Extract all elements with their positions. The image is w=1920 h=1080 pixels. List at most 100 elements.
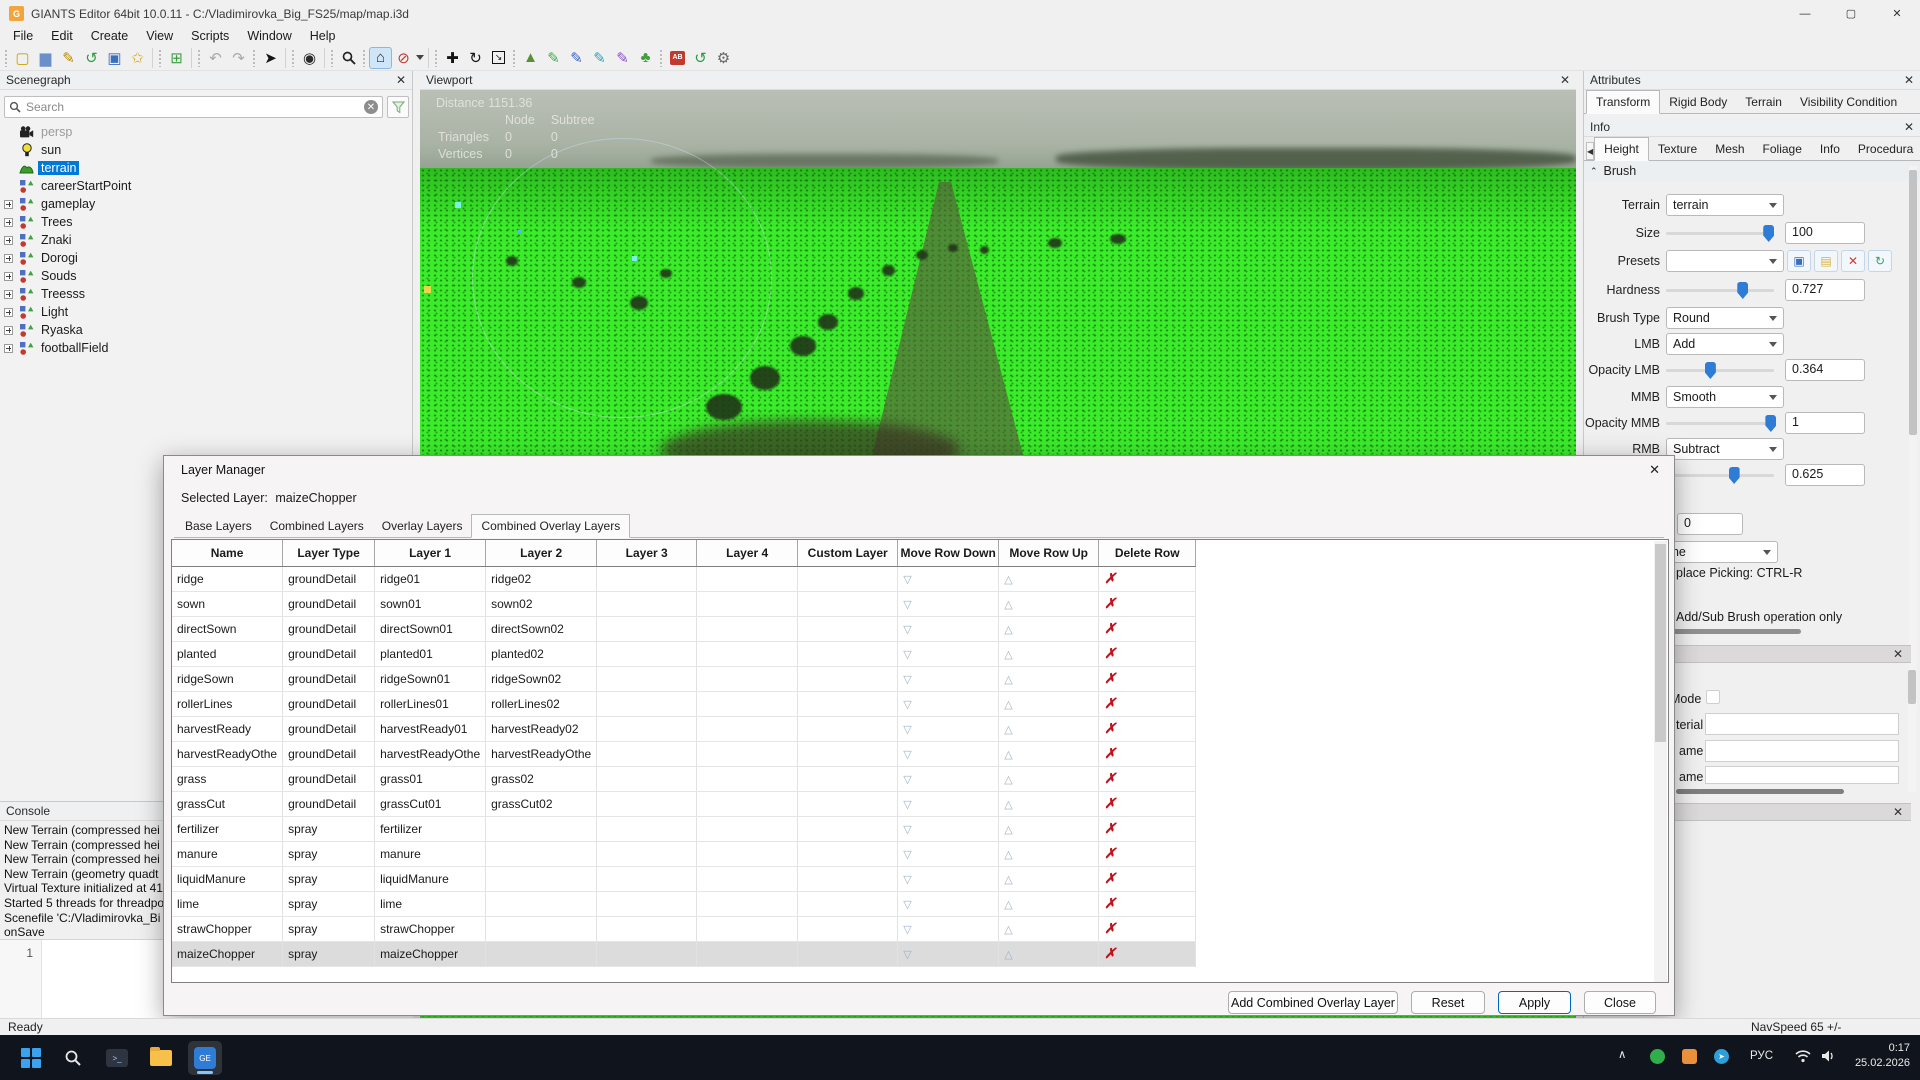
- viewport-close-icon[interactable]: ✕: [1560, 73, 1570, 87]
- delete-row-button[interactable]: ✗: [1099, 916, 1196, 941]
- rmb-dropdown[interactable]: Subtract: [1666, 438, 1784, 460]
- info-tab-mesh[interactable]: Mesh: [1706, 138, 1753, 160]
- delete-row-button[interactable]: ✗: [1099, 941, 1196, 966]
- move-row-down-button[interactable]: ▽: [898, 716, 999, 741]
- move-row-down-button[interactable]: ▽: [898, 791, 999, 816]
- move-row-up-button[interactable]: △: [999, 566, 1099, 591]
- add-combined-overlay-layer-button[interactable]: Add Combined Overlay Layer: [1228, 991, 1398, 1014]
- tree-item-Ryaska[interactable]: Ryaska: [0, 321, 413, 339]
- scale-tool-icon[interactable]: ↘: [487, 47, 510, 69]
- move-row-up-button[interactable]: △: [999, 741, 1099, 766]
- new-file-icon[interactable]: ▢: [11, 47, 34, 69]
- table-row[interactable]: rollerLinesgroundDetailrollerLines01roll…: [172, 691, 1196, 716]
- expand-icon[interactable]: [4, 308, 13, 317]
- move-row-down-button[interactable]: ▽: [898, 841, 999, 866]
- close-button[interactable]: ✕: [1874, 0, 1920, 27]
- delete-row-button[interactable]: ✗: [1099, 566, 1196, 591]
- menu-help[interactable]: Help: [301, 29, 345, 43]
- start-button[interactable]: [14, 1041, 48, 1075]
- attributes-tab-terrain[interactable]: Terrain: [1736, 91, 1791, 113]
- presets-dropdown[interactable]: [1666, 250, 1784, 272]
- table-row[interactable]: strawChopperspraystrawChopper▽△✗: [172, 916, 1196, 941]
- bottom-panel-scrollbar[interactable]: [1908, 668, 1916, 792]
- language-cube-icon[interactable]: AB: [666, 47, 689, 69]
- terrain-info-icon[interactable]: ✎: [588, 47, 611, 69]
- tree-item-Dorogi[interactable]: Dorogi: [0, 249, 413, 267]
- tree-item-Trees[interactable]: Trees: [0, 213, 413, 231]
- save-icon[interactable]: ▣: [103, 47, 126, 69]
- layer-tab-combined-overlay-layers[interactable]: Combined Overlay Layers: [471, 514, 630, 538]
- taskbar-search-button[interactable]: [56, 1041, 90, 1075]
- attributes-tab-visibility-condition[interactable]: Visibility Condition: [1791, 91, 1906, 113]
- select-tool-icon[interactable]: ➤: [259, 47, 282, 69]
- delete-row-button[interactable]: ✗: [1099, 816, 1196, 841]
- tree-item-footballField[interactable]: footballField: [0, 339, 413, 357]
- tray-antivirus-icon[interactable]: [1650, 1049, 1665, 1064]
- menu-view[interactable]: View: [137, 29, 182, 43]
- preset-save-icon[interactable]: ▣: [1787, 250, 1811, 272]
- layer-tab-combined-layers[interactable]: Combined Layers: [261, 515, 373, 537]
- terrain-dropdown[interactable]: terrain: [1666, 194, 1784, 216]
- tree-item-terrain[interactable]: terrain: [0, 159, 413, 177]
- layer-table-scrollbar[interactable]: [1654, 541, 1667, 982]
- delete-row-button[interactable]: ✗: [1099, 741, 1196, 766]
- tree-item-persp[interactable]: persp: [0, 123, 413, 141]
- move-row-down-button[interactable]: ▽: [898, 891, 999, 916]
- export-icon[interactable]: ✩: [126, 47, 149, 69]
- info-tab-texture[interactable]: Texture: [1649, 138, 1706, 160]
- expand-icon[interactable]: [4, 254, 13, 263]
- language-indicator[interactable]: РУС: [1750, 1050, 1773, 1062]
- brush-section-header[interactable]: ⌃ Brush: [1584, 161, 1920, 181]
- menu-file[interactable]: File: [4, 29, 42, 43]
- rotate-tool-icon[interactable]: ↻: [464, 47, 487, 69]
- taskbar-clock[interactable]: 0:17 25.02.2026: [1855, 1041, 1910, 1071]
- layer-tab-overlay-layers[interactable]: Overlay Layers: [373, 515, 472, 537]
- delete-row-button[interactable]: ✗: [1099, 616, 1196, 641]
- brush-mode-dropdown[interactable]: one: [1658, 541, 1778, 563]
- hide-tool-icon-caret[interactable]: [415, 47, 425, 69]
- info-scroll-left-icon[interactable]: ◀: [1586, 142, 1594, 160]
- info-tab-height[interactable]: Height: [1594, 137, 1649, 161]
- table-row[interactable]: ridgegroundDetailridge01ridge02▽△✗: [172, 566, 1196, 591]
- table-row[interactable]: grassCutgroundDetailgrassCut01grassCut02…: [172, 791, 1196, 816]
- opacity-mmb-input[interactable]: 1: [1785, 412, 1865, 434]
- filter-button[interactable]: [387, 96, 409, 118]
- show-tool-icon[interactable]: ◉: [298, 47, 321, 69]
- attributes-scrollbar[interactable]: [1909, 166, 1917, 714]
- tree-item-Light[interactable]: Light: [0, 303, 413, 321]
- tree-item-careerStartPoint[interactable]: careerStartPoint: [0, 177, 413, 195]
- move-row-up-button[interactable]: △: [999, 816, 1099, 841]
- size-slider[interactable]: [1666, 224, 1774, 242]
- move-row-down-button[interactable]: ▽: [898, 591, 999, 616]
- move-row-up-button[interactable]: △: [999, 666, 1099, 691]
- move-row-down-button[interactable]: ▽: [898, 616, 999, 641]
- layer-tab-base-layers[interactable]: Base Layers: [176, 515, 261, 537]
- preset-new-icon[interactable]: ▤: [1814, 250, 1838, 272]
- lmb-dropdown[interactable]: Add: [1666, 333, 1784, 355]
- move-row-down-button[interactable]: ▽: [898, 816, 999, 841]
- move-row-down-button[interactable]: ▽: [898, 916, 999, 941]
- opacity-lmb-input[interactable]: 0.364: [1785, 359, 1865, 381]
- delete-row-button[interactable]: ✗: [1099, 866, 1196, 891]
- delete-row-button[interactable]: ✗: [1099, 666, 1196, 691]
- table-row[interactable]: harvestReadyOthegroundDetailharvestReady…: [172, 741, 1196, 766]
- redo-icon[interactable]: ↷: [227, 47, 250, 69]
- expand-icon[interactable]: [4, 200, 13, 209]
- tree-item-Treesss[interactable]: Treesss: [0, 285, 413, 303]
- speaker-icon[interactable]: [1820, 1049, 1836, 1066]
- add-image-icon[interactable]: ⊞: [165, 47, 188, 69]
- brush-type-dropdown[interactable]: Round: [1666, 307, 1784, 329]
- table-row[interactable]: maizeChopperspraymaizeChopper▽△✗: [172, 941, 1196, 966]
- move-row-up-button[interactable]: △: [999, 941, 1099, 966]
- info-tab-info[interactable]: Info: [1811, 138, 1849, 160]
- delete-row-button[interactable]: ✗: [1099, 591, 1196, 616]
- table-row[interactable]: grassgroundDetailgrass01grass02▽△✗: [172, 766, 1196, 791]
- move-row-up-button[interactable]: △: [999, 716, 1099, 741]
- terrain-foliage-icon[interactable]: ✎: [611, 47, 634, 69]
- info-close-icon[interactable]: ✕: [1904, 120, 1914, 134]
- attributes-tab-transform[interactable]: Transform: [1586, 90, 1660, 114]
- table-row[interactable]: directSowngroundDetaildirectSown01direct…: [172, 616, 1196, 641]
- search-clear-icon[interactable]: ✕: [364, 100, 378, 114]
- delete-row-button[interactable]: ✗: [1099, 691, 1196, 716]
- mmb-dropdown[interactable]: Smooth: [1666, 386, 1784, 408]
